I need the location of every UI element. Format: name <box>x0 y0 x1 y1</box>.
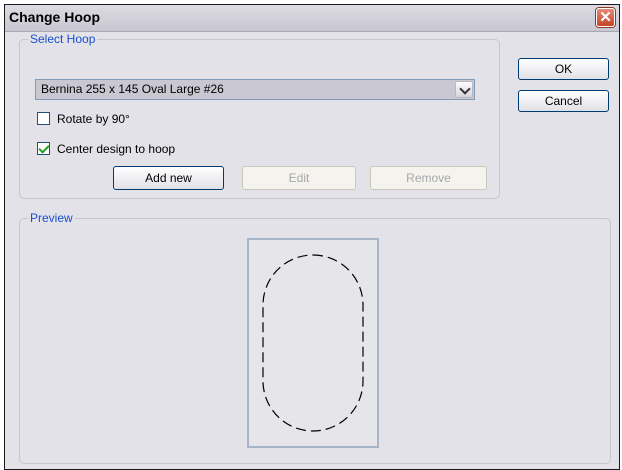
hoop-select[interactable]: Bernina 255 x 145 Oval Large #26 <box>35 79 475 100</box>
preview-group: Preview <box>19 211 611 464</box>
ok-label: OK <box>554 62 573 76</box>
select-hoop-label: Select Hoop <box>28 32 98 46</box>
title-bar[interactable]: Change Hoop ✕ <box>5 5 619 32</box>
preview-label: Preview <box>28 211 75 225</box>
cancel-button[interactable]: Cancel <box>518 90 609 112</box>
edit-label: Edit <box>288 171 310 185</box>
rotate-checkbox[interactable] <box>37 112 50 125</box>
ok-button[interactable]: OK <box>518 58 609 80</box>
window-title: Change Hoop <box>9 9 100 25</box>
remove-label: Remove <box>406 171 451 185</box>
rotate-label: Rotate by 90° <box>57 112 130 126</box>
center-design-label: Center design to hoop <box>57 142 176 156</box>
chevron-down-icon <box>459 83 471 95</box>
cancel-label: Cancel <box>544 94 583 108</box>
edit-button[interactable]: Edit <box>242 166 356 190</box>
select-hoop-group: Select Hoop Bernina 255 x 145 Oval Large… <box>19 32 500 199</box>
center-design-checkbox[interactable] <box>37 142 50 155</box>
add-new-label: Add new <box>145 171 192 185</box>
hoop-preview <box>247 238 379 448</box>
remove-button[interactable]: Remove <box>370 166 487 190</box>
dropdown-button[interactable] <box>455 81 473 98</box>
hoop-select-value: Bernina 255 x 145 Oval Large #26 <box>41 82 224 96</box>
close-icon: ✕ <box>599 9 612 26</box>
add-new-button[interactable]: Add new <box>113 166 224 190</box>
close-button[interactable]: ✕ <box>596 8 615 27</box>
hoop-outline <box>262 254 364 432</box>
change-hoop-dialog: Change Hoop ✕ Select Hoop Bernina 255 x … <box>4 4 620 470</box>
checkmark-icon <box>38 142 50 154</box>
